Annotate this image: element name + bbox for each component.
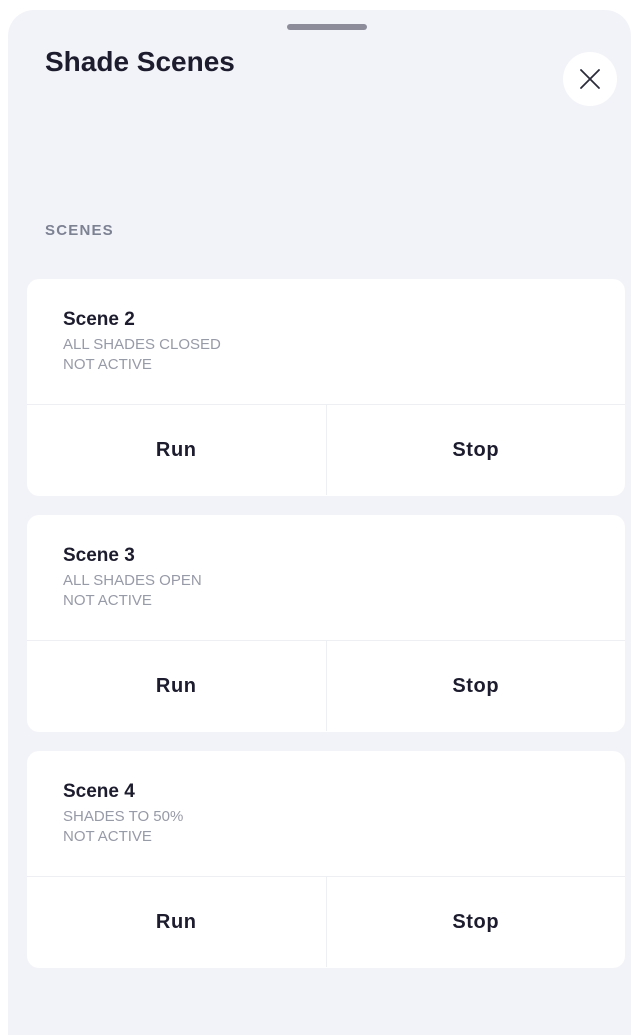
scene-description: ALL SHADES CLOSED bbox=[63, 336, 221, 353]
scene-actions: Run Stop bbox=[27, 641, 625, 731]
stop-button[interactable]: Stop bbox=[327, 405, 626, 495]
section-label-scenes: SCENES bbox=[45, 222, 114, 239]
scene-name: Scene 2 bbox=[63, 309, 135, 330]
scene-list: Scene 2 ALL SHADES CLOSED NOT ACTIVE Run… bbox=[27, 279, 625, 987]
scene-description: SHADES TO 50% bbox=[63, 808, 184, 825]
stop-button[interactable]: Stop bbox=[327, 877, 626, 967]
scene-actions: Run Stop bbox=[27, 877, 625, 967]
scene-status: NOT ACTIVE bbox=[63, 828, 152, 845]
run-button[interactable]: Run bbox=[27, 405, 327, 495]
run-button[interactable]: Run bbox=[27, 877, 327, 967]
scene-status: NOT ACTIVE bbox=[63, 592, 152, 609]
scene-card-header: Scene 4 SHADES TO 50% NOT ACTIVE bbox=[27, 751, 625, 877]
bottom-sheet: Shade Scenes SCENES Scene 2 ALL SHADES C… bbox=[8, 10, 631, 1035]
scene-description: ALL SHADES OPEN bbox=[63, 572, 202, 589]
scene-card: Scene 4 SHADES TO 50% NOT ACTIVE Run Sto… bbox=[27, 751, 625, 968]
scene-card-header: Scene 3 ALL SHADES OPEN NOT ACTIVE bbox=[27, 515, 625, 641]
stop-button[interactable]: Stop bbox=[327, 641, 626, 731]
scene-name: Scene 3 bbox=[63, 545, 135, 566]
scene-card-header: Scene 2 ALL SHADES CLOSED NOT ACTIVE bbox=[27, 279, 625, 405]
scene-actions: Run Stop bbox=[27, 405, 625, 495]
scene-status: NOT ACTIVE bbox=[63, 356, 152, 373]
scene-card: Scene 3 ALL SHADES OPEN NOT ACTIVE Run S… bbox=[27, 515, 625, 732]
scene-card: Scene 2 ALL SHADES CLOSED NOT ACTIVE Run… bbox=[27, 279, 625, 496]
run-button[interactable]: Run bbox=[27, 641, 327, 731]
scene-name: Scene 4 bbox=[63, 781, 135, 802]
close-icon bbox=[580, 69, 600, 89]
drag-handle[interactable] bbox=[287, 24, 367, 30]
close-button[interactable] bbox=[563, 52, 617, 106]
page-title: Shade Scenes bbox=[45, 46, 235, 77]
